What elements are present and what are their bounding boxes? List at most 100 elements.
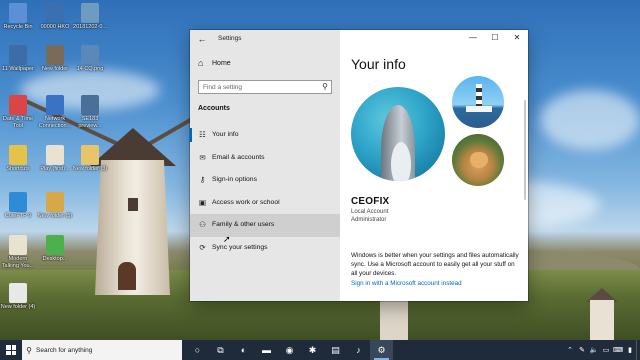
desktop-icon[interactable]: 20181202-0...: [72, 3, 108, 31]
title-bar[interactable]: ← Settings: [190, 30, 340, 48]
gear-icon[interactable]: ⚙: [370, 340, 393, 360]
desktop-icon-label: Date & Time Tool: [2, 116, 34, 129]
key-icon: ⚷: [199, 175, 206, 184]
desktop-icon-label: Modern Talking You...: [1, 256, 35, 269]
folder-icon[interactable]: ▬: [255, 340, 278, 360]
tray-icon[interactable]: ▭: [600, 346, 612, 354]
task-view-icon[interactable]: ⧉: [209, 340, 232, 360]
taskbar-apps: ○ ⧉ ◐ ▬ ◉ ✱ ▤ ♪ ⚙: [186, 340, 393, 360]
person-card-icon: ☷: [199, 130, 206, 139]
nav-sync-settings[interactable]: ⟳ Sync your settings: [190, 237, 340, 260]
scrollbar[interactable]: [524, 100, 526, 200]
recent-picture-cat[interactable]: [452, 134, 504, 186]
mouse-cursor-icon: ➚: [223, 234, 231, 244]
desktop-icon[interactable]: New folder: [37, 45, 73, 73]
recycle-bin-icon: [9, 3, 27, 23]
show-desktop-button[interactable]: [636, 340, 640, 360]
desktop-icon[interactable]: Shortcuts: [0, 145, 36, 173]
tray-icon[interactable]: ⌨: [612, 346, 624, 354]
tray-icon[interactable]: 🔈: [588, 346, 600, 354]
desktop-icon-label: Desktop...: [42, 256, 68, 262]
account-role: Administrator: [351, 217, 387, 223]
desktop-icon-label: New folder (4): [0, 304, 36, 310]
desktop-icon-label: Recycle Bin: [3, 24, 33, 30]
image-icon: [81, 3, 99, 23]
desktop-icon[interactable]: New folder (3): [72, 145, 108, 173]
folder-icon: [81, 145, 99, 165]
store-icon[interactable]: ▤: [324, 340, 347, 360]
desktop-icon[interactable]: CuteFTP 9: [0, 192, 36, 220]
nav-your-info[interactable]: ☷ Your info: [190, 124, 340, 147]
edge-icon[interactable]: ◐: [232, 340, 255, 360]
file-icon: [9, 283, 27, 303]
recent-picture-lighthouse[interactable]: [452, 76, 504, 128]
desktop-icon[interactable]: SE183 preview...: [72, 95, 108, 129]
folder-icon: [46, 192, 64, 212]
desktop-icon-label: 14 CQ.png: [76, 66, 104, 72]
tray-icon[interactable]: ▮: [624, 346, 636, 354]
cortana-icon[interactable]: ○: [186, 340, 209, 360]
desktop-icon[interactable]: Play (first)...: [37, 145, 73, 173]
settings-window: ← Settings ⌂ Home ⚲ Accounts ☷ Your info…: [190, 30, 528, 301]
app-icon[interactable]: ✱: [301, 340, 324, 360]
find-setting-search[interactable]: ⚲: [198, 80, 332, 94]
desktop-icon-label: CuteFTP 9: [4, 213, 32, 219]
desktop-icon[interactable]: Desktop...: [37, 235, 73, 263]
winamp-icon[interactable]: ♪: [347, 340, 370, 360]
maximize-button[interactable]: ☐: [484, 30, 506, 46]
search-icon[interactable]: ⚲: [322, 81, 328, 93]
email-icon: ✉: [199, 152, 206, 162]
windmill: [590, 300, 614, 340]
microsoft-account-link[interactable]: Sign in with a Microsoft account instead: [351, 280, 462, 287]
page-title: Your info: [351, 56, 406, 72]
desktop-icon-label: Network Connection...: [38, 116, 72, 129]
building: [380, 300, 408, 340]
nav-family-other-users[interactable]: ⚇ Family & other users: [190, 214, 340, 237]
music-file-icon: [46, 145, 64, 165]
network-icon: [46, 95, 64, 115]
account-picture[interactable]: [351, 87, 445, 181]
search-icon: ⚲: [26, 345, 32, 355]
cat-image: [470, 152, 488, 168]
windows-logo-icon: [6, 345, 16, 355]
desktop-icon[interactable]: Date & Time Tool: [0, 95, 36, 129]
account-name: CEOFIX: [351, 196, 390, 207]
desktop-icon[interactable]: 00000 HKO: [37, 3, 73, 31]
system-tray: ⌃ ✎ 🔈 ▭ ⌨ ▮: [564, 340, 640, 360]
close-button[interactable]: ✕: [506, 30, 528, 46]
taskbar-search[interactable]: ⚲: [22, 340, 182, 360]
start-button[interactable]: [0, 340, 22, 360]
desktop-icon-label: 00000 HKO: [40, 24, 70, 30]
desktop-icon[interactable]: Recycle Bin: [0, 3, 36, 31]
chrome-icon[interactable]: ◉: [278, 340, 301, 360]
desktop-icon[interactable]: New folder (5): [37, 192, 73, 220]
tray-icon[interactable]: ⌃: [564, 346, 576, 354]
nav-label: Access work or school: [212, 198, 280, 206]
home-nav-item[interactable]: ⌂ Home: [190, 56, 340, 72]
nav-label: Email & accounts: [212, 153, 265, 161]
image-icon: [9, 45, 27, 65]
desktop-icon-label: New folder (3): [72, 166, 108, 172]
search-input[interactable]: [203, 81, 313, 93]
music-file-icon: [9, 235, 27, 255]
desktop-icon[interactable]: 14 CQ.png: [72, 45, 108, 73]
nav-email-accounts[interactable]: ✉ Email & accounts: [190, 147, 340, 170]
taskbar-search-input[interactable]: [36, 346, 176, 354]
desktop-icon-label: Shortcuts: [6, 166, 30, 172]
desktop-icon[interactable]: New folder (4): [0, 283, 36, 311]
desktop-icon[interactable]: Network Connection...: [37, 95, 73, 129]
nav-sign-in-options[interactable]: ⚷ Sign-in options: [190, 169, 340, 192]
image-icon: [81, 45, 99, 65]
back-button[interactable]: ←: [196, 33, 208, 45]
settings-content: — ☐ ✕ Your info CEOFIX Local Account Adm…: [340, 30, 528, 301]
minimize-button[interactable]: —: [462, 30, 484, 46]
home-icon: ⌂: [198, 58, 204, 68]
nav-access-work-school[interactable]: ▣ Access work or school: [190, 192, 340, 215]
desktop-icon[interactable]: 11 Wallpaper: [0, 45, 36, 73]
desktop-icon[interactable]: Modern Talking You...: [0, 235, 36, 269]
desktop-icon-label: New folder (5): [37, 213, 73, 219]
desktop-icon-label: New folder: [41, 66, 69, 72]
desktop-icon-label: Play (first)...: [40, 166, 70, 172]
settings-sidebar: ← Settings ⌂ Home ⚲ Accounts ☷ Your info…: [190, 30, 340, 301]
tray-icon[interactable]: ✎: [576, 346, 588, 354]
